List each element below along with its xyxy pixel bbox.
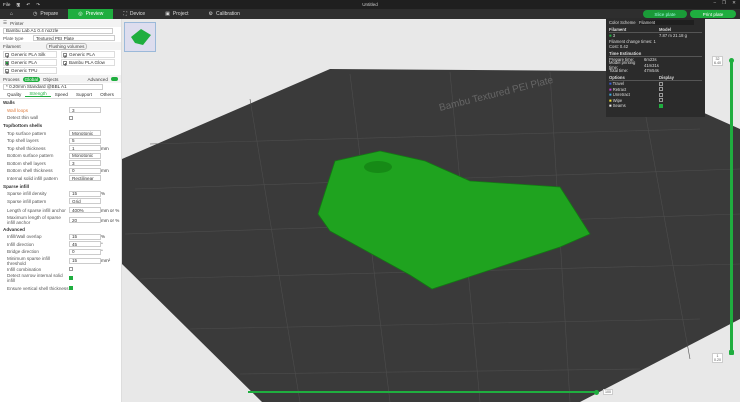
move-slider-handle[interactable] <box>594 389 599 395</box>
settings-panel: ☰ Printer Bambu Lab A1 0.4 nozzle Plate t… <box>0 19 122 402</box>
calibration-icon: ⚙ <box>208 11 213 17</box>
plate-thumbnail[interactable] <box>124 22 156 52</box>
layer-slider-top-handle[interactable] <box>729 58 734 63</box>
travel-toggle[interactable] <box>659 81 663 86</box>
close-icon[interactable]: ✕ <box>732 0 736 6</box>
internal-solid-infill-pattern-select[interactable]: Rectilinear <box>69 175 101 182</box>
filament-item[interactable]: 5 Generic TPU <box>3 67 57 75</box>
filament-item[interactable]: 3 Generic PLA <box>3 59 57 67</box>
printer-select[interactable]: Bambu Lab A1 0.4 nozzle <box>0 27 121 35</box>
advanced-toggle[interactable] <box>110 77 118 81</box>
filament-section: Filament Flushing volumes <box>0 42 121 50</box>
bridge-direction-input[interactable]: 0 <box>69 248 101 255</box>
project-icon: ▣ <box>165 11 170 17</box>
device-icon: ⛶ <box>123 11 127 17</box>
home-icon[interactable]: ⌂ <box>0 9 23 19</box>
color-scheme-select[interactable]: Filament <box>639 20 694 26</box>
process-tabs: Quality Strength Speed Support Others <box>0 91 121 99</box>
flushing-volumes-button[interactable]: Flushing volumes <box>45 42 88 50</box>
tab-device[interactable]: ⛶ Device <box>113 9 155 19</box>
tab-quality[interactable]: Quality <box>3 92 25 97</box>
printer-icon: ☰ <box>3 20 8 25</box>
sparse-infill-heading: Sparse infill <box>3 183 30 189</box>
objects-toggle[interactable]: Objects <box>43 77 59 82</box>
shells-heading: Top/bottom shells <box>3 123 43 128</box>
advanced-heading: Advanced <box>3 226 25 232</box>
infill-wall-overlap-input[interactable]: 15 <box>69 233 101 240</box>
tab-others[interactable]: Others <box>96 92 118 97</box>
wipe-toggle[interactable] <box>659 98 663 103</box>
infill-combination-checkbox[interactable] <box>69 267 73 272</box>
layer-bottom-label: 1 0.20 <box>712 353 723 363</box>
filament-item[interactable]: 1 Generic PLA Silk <box>3 51 57 59</box>
title-bar: File 🖫 ↶ ↷ Untitled – ❐ ✕ <box>0 0 740 9</box>
move-slider[interactable] <box>248 391 598 393</box>
walls-heading: Walls <box>3 100 15 105</box>
tab-support[interactable]: Support <box>72 92 96 97</box>
maximize-icon[interactable]: ❐ <box>722 0 726 6</box>
tab-preview[interactable]: ◎ Preview <box>68 9 114 19</box>
bottom-shell-layers-input[interactable]: 3 <box>69 160 101 167</box>
tab-prepare[interactable]: ◷ Prepare <box>23 9 68 19</box>
top-shell-layers-input[interactable]: 5 <box>69 137 101 144</box>
infill-anchor-input[interactable]: 400% <box>69 207 101 213</box>
process-section: Process Global Objects Advanced <box>0 75 121 83</box>
wall-loops-input[interactable]: 3 <box>69 107 101 114</box>
unretract-toggle[interactable] <box>659 92 663 97</box>
minimize-icon[interactable]: – <box>713 0 716 6</box>
top-shell-thickness-input[interactable]: 1 <box>69 145 101 152</box>
detect-thin-wall-checkbox[interactable] <box>69 115 73 120</box>
tab-speed[interactable]: Speed <box>51 92 72 97</box>
slice-plate-button[interactable]: Slice plate <box>643 10 687 18</box>
prepare-icon: ◷ <box>33 11 38 17</box>
filament-list: 1 Generic PLA Silk 2 Generic PLA 3 Generic … <box>0 50 121 75</box>
tab-project[interactable]: ▣ Project <box>155 9 198 19</box>
global-toggle[interactable]: Global <box>22 76 40 82</box>
detect-narrow-infill-checkbox[interactable] <box>69 276 73 280</box>
bottom-surface-pattern-select[interactable]: Monotonic <box>69 152 101 159</box>
filament-item[interactable]: 2 Generic PLA <box>61 51 115 59</box>
window-title: Untitled <box>362 2 378 7</box>
layer-slider-bottom-handle[interactable] <box>729 350 734 355</box>
infill-density-input[interactable]: 15 <box>69 190 101 197</box>
infill-anchor-max-input[interactable]: 20 <box>69 217 101 223</box>
infill-direction-input[interactable]: 45 <box>69 241 101 248</box>
preview-icon: ◎ <box>78 11 83 17</box>
min-sparse-infill-input[interactable]: 15 <box>69 257 101 264</box>
move-label: 100 <box>603 389 613 395</box>
plate-type-select[interactable]: Textured PEI Plate <box>33 35 115 42</box>
layer-slider[interactable] <box>730 62 733 352</box>
filament-item[interactable]: 4 Bambu PLA Glow <box>61 59 115 67</box>
legend-panel: Color Scheme Filament Filament Model ■ 3 7.… <box>606 18 705 117</box>
tab-strength[interactable]: Strength <box>25 91 51 97</box>
top-surface-pattern-select[interactable]: Monotonic <box>69 130 101 137</box>
tab-calibration[interactable]: ⚙ Calibration <box>198 9 249 19</box>
seams-toggle[interactable] <box>659 103 663 108</box>
infill-pattern-select[interactable]: Grid <box>69 198 101 205</box>
print-plate-button[interactable]: Print plate <box>690 10 736 18</box>
printer-section: ☰ Printer <box>0 19 121 27</box>
ensure-vertical-shell-checkbox[interactable] <box>69 286 73 290</box>
layer-top-label: 32 6.40 <box>712 56 723 66</box>
bottom-shell-thickness-input[interactable]: 0 <box>69 167 101 174</box>
process-preset-select[interactable]: * 0.20mm Standard @BBL A1 <box>3 83 103 90</box>
retract-toggle[interactable] <box>659 87 663 92</box>
